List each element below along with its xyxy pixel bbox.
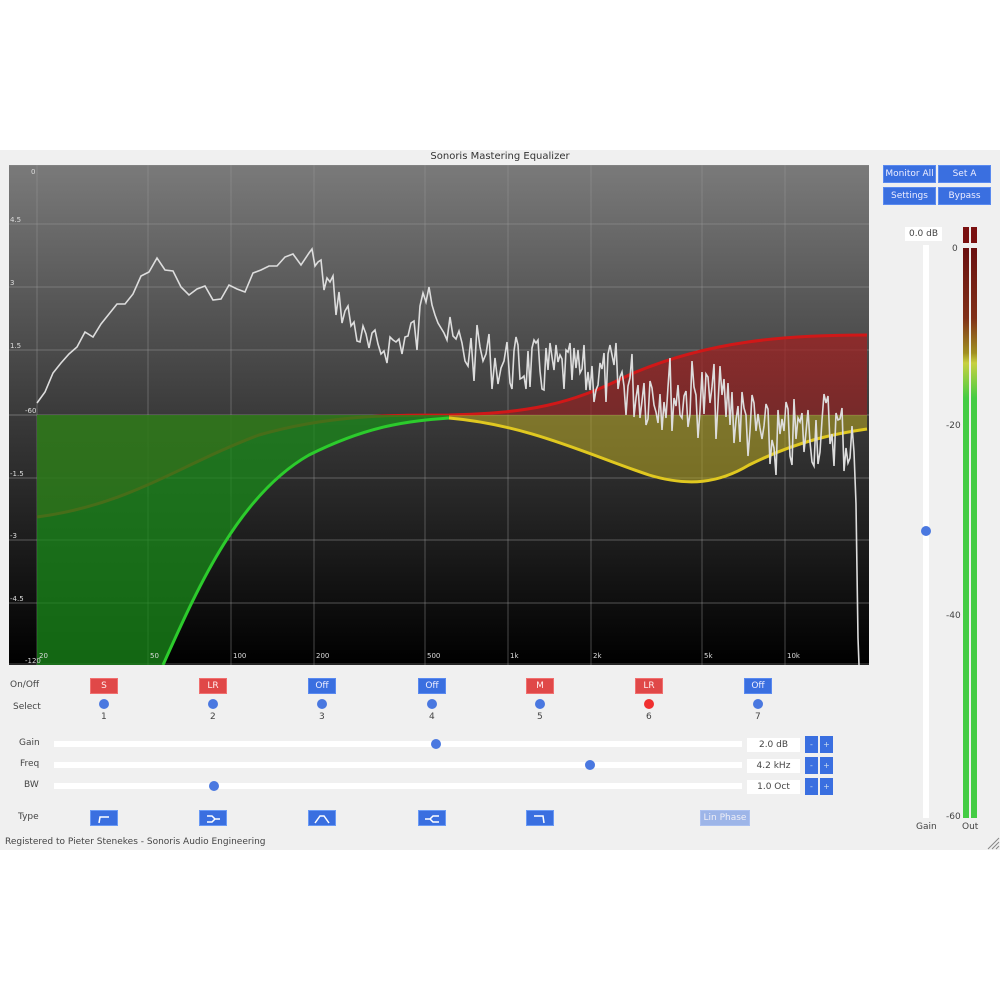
output-gain-knob[interactable] — [921, 526, 931, 536]
type-row-label: Type — [18, 812, 39, 822]
clip-indicator — [963, 227, 977, 243]
x-axis-label: 100 — [233, 652, 246, 660]
freq-slider[interactable] — [54, 762, 742, 768]
output-meter — [963, 248, 977, 818]
bw-slider[interactable] — [54, 783, 742, 789]
band-2-onoff-button[interactable]: LR — [199, 678, 227, 694]
gain-slider-knob[interactable] — [431, 739, 441, 749]
x-axis-label: 10k — [787, 652, 801, 660]
low-shelf-icon — [207, 815, 220, 823]
y-axis-label: -60 — [25, 407, 36, 415]
band-number: 2 — [210, 712, 216, 722]
band-7-select-button[interactable] — [753, 699, 763, 709]
resize-grip-icon[interactable] — [986, 836, 1000, 850]
gain-value[interactable]: 2.0 dB — [747, 738, 800, 752]
type-low-shelf-button[interactable] — [199, 810, 227, 826]
y-axis-label: -1.5 — [10, 470, 24, 478]
set-a-button[interactable]: Set A — [938, 165, 991, 183]
meter-label: -40 — [946, 611, 961, 621]
window-title: Sonoris Mastering Equalizer — [430, 151, 570, 162]
x-axis-label: 200 — [316, 652, 329, 660]
onoff-label: On/Off — [10, 680, 40, 690]
x-axis-label: 50 — [150, 652, 159, 660]
out-label: Out — [962, 822, 979, 832]
output-gain-value[interactable]: 0.0 dB — [905, 227, 942, 241]
notch-icon — [425, 815, 439, 823]
bypass-button[interactable]: Bypass — [938, 187, 991, 205]
band-5-select-button[interactable] — [535, 699, 545, 709]
band-4-onoff-button[interactable]: Off — [418, 678, 446, 694]
band-3-select-button[interactable] — [317, 699, 327, 709]
low-cut-icon — [98, 816, 109, 824]
band-number: 6 — [646, 712, 652, 722]
y-axis-label: -4.5 — [10, 595, 24, 603]
type-high-cut-button[interactable] — [526, 810, 554, 826]
type-bell-button[interactable] — [308, 810, 336, 826]
bw-plus-button[interactable]: + — [820, 778, 833, 795]
registration-footer: Registered to Pieter Stenekes - Sonoris … — [5, 837, 266, 847]
select-label: Select — [13, 702, 41, 712]
high-cut-icon — [534, 815, 545, 824]
band-1-onoff-button[interactable]: S — [90, 678, 118, 694]
freq-row-label: Freq — [20, 759, 40, 769]
gain-slider[interactable] — [54, 741, 742, 747]
gain-plus-button[interactable]: + — [820, 736, 833, 753]
y-axis-label: -3 — [10, 532, 17, 540]
band-number: 7 — [755, 712, 761, 722]
x-axis-label: 1k — [510, 652, 519, 660]
band-number: 1 — [101, 712, 107, 722]
meter-label: -60 — [946, 812, 961, 822]
monitor-all-button[interactable]: Monitor All — [883, 165, 936, 183]
meter-label: 0 — [952, 244, 958, 254]
type-notch-button[interactable] — [418, 810, 446, 826]
band-number: 4 — [429, 712, 435, 722]
bell-icon — [314, 815, 330, 824]
bw-minus-button[interactable]: - — [805, 778, 818, 795]
band-3-onoff-button[interactable]: Off — [308, 678, 336, 694]
band-2-select-button[interactable] — [208, 699, 218, 709]
gain-row-label: Gain — [19, 738, 40, 748]
band-number: 3 — [319, 712, 325, 722]
y-axis-label: 0 — [31, 168, 35, 176]
band-6-onoff-button[interactable]: LR — [635, 678, 663, 694]
bw-row-label: BW — [24, 780, 39, 790]
band-7-onoff-button[interactable]: Off — [744, 678, 772, 694]
band-number: 5 — [537, 712, 543, 722]
freq-minus-button[interactable]: - — [805, 757, 818, 774]
y-axis-label: 1.5 — [10, 342, 21, 350]
band-5-onoff-button[interactable]: M — [526, 678, 554, 694]
freq-slider-knob[interactable] — [585, 760, 595, 770]
band-4-select-button[interactable] — [427, 699, 437, 709]
eq-graph[interactable]: 04.531.5-60-1.5-3-4.5-12020 50 100 200 500 1k… — [9, 165, 869, 665]
x-axis-label: 500 — [427, 652, 440, 660]
x-axis-label: 5k — [704, 652, 713, 660]
band-6-select-button[interactable] — [644, 699, 654, 709]
band-1-select-button[interactable] — [99, 699, 109, 709]
y-axis-label: 4.5 — [10, 216, 21, 224]
settings-button[interactable]: Settings — [883, 187, 936, 205]
bw-slider-knob[interactable] — [209, 781, 219, 791]
equalizer-window: Sonoris Mastering Equalizer 0 4.5 3 1.5 -60-… — [0, 150, 1000, 850]
y-axis-label: 3 — [10, 279, 14, 287]
bw-value[interactable]: 1.0 Oct — [747, 780, 800, 794]
lin-phase-button[interactable]: Lin Phase — [700, 810, 750, 826]
x-axis-label: 2k — [593, 652, 602, 660]
x-axis-label: 20 — [39, 652, 48, 660]
meter-label: -20 — [946, 421, 961, 431]
freq-value[interactable]: 4.2 kHz — [747, 759, 800, 773]
gain-label: Gain — [916, 822, 937, 832]
gain-minus-button[interactable]: - — [805, 736, 818, 753]
type-low-cut-button[interactable] — [90, 810, 118, 826]
freq-plus-button[interactable]: + — [820, 757, 833, 774]
